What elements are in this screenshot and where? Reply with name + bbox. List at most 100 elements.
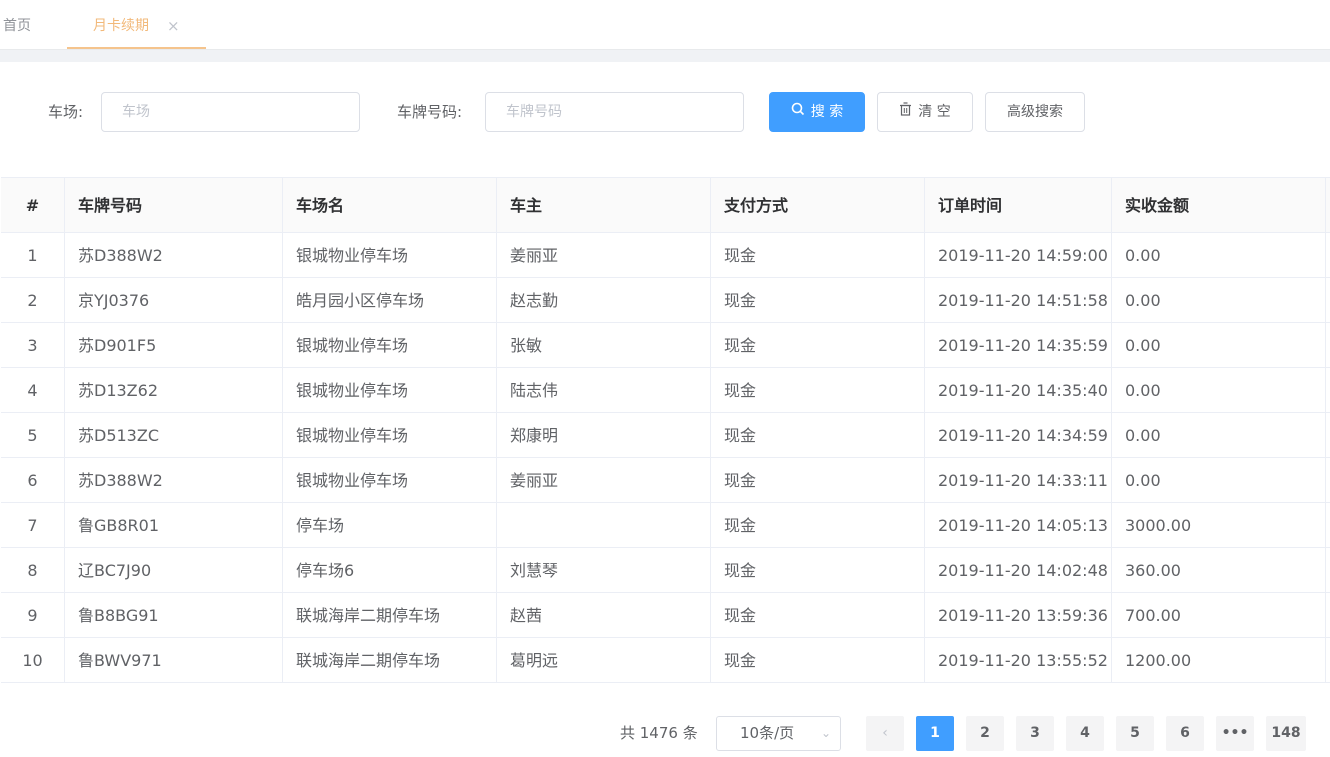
column-header: 车场名 [283, 178, 497, 232]
cell-lot: 联城海岸二期停车场 [283, 638, 497, 682]
cell-time: 2019-11-20 13:55:52 [925, 638, 1112, 682]
cell-plate: 辽BC7J90 [65, 548, 283, 592]
cell-no: 6 [1, 458, 65, 502]
cell-plate: 鲁BWV971 [65, 638, 283, 682]
cell-owner: 姜丽亚 [497, 233, 711, 277]
page-size-select[interactable]: 10条/页 ⌄ [716, 716, 841, 751]
table-row[interactable]: 2 京YJ0376 皓月园小区停车场 赵志勤 现金 2019-11-20 14:51:58… [1, 278, 1330, 323]
cell-owner: 张敏 [497, 323, 711, 367]
page-button[interactable]: 5 [1116, 716, 1154, 751]
cell-time: 2019-11-20 13:59:36 [925, 593, 1112, 637]
cell-pay: 现金 [711, 638, 925, 682]
cell-amount: 0.00 [1112, 413, 1326, 457]
table-row[interactable]: 6 苏D388W2 银城物业停车场 姜丽亚 现金 2019-11-20 14:33:11 0… [1, 458, 1330, 503]
cell-lot: 银城物业停车场 [283, 233, 497, 277]
cell-time: 2019-11-20 14:33:11 [925, 458, 1112, 502]
page-size-value: 10条/页 [740, 724, 795, 742]
tab-bar: 首页 月卡续期 × [0, 0, 1330, 50]
cell-plate: 苏D388W2 [65, 458, 283, 502]
cell-amount: 0.00 [1112, 458, 1326, 502]
cell-no: 2 [1, 278, 65, 322]
search-button[interactable]: 搜 索 [769, 92, 865, 132]
cell-pay: 现金 [711, 413, 925, 457]
cell-pay: 现金 [711, 368, 925, 412]
cell-owner: 赵志勤 [497, 278, 711, 322]
page-button[interactable]: 1 [916, 716, 954, 751]
cell-amount: 0.00 [1112, 368, 1326, 412]
cell-owner: 刘慧琴 [497, 548, 711, 592]
cell-owner: 赵茜 [497, 593, 711, 637]
cell-plate: 京YJ0376 [65, 278, 283, 322]
trash-icon [899, 93, 912, 131]
close-icon[interactable]: × [167, 0, 180, 52]
column-header-overflow [1326, 178, 1330, 232]
tab-home[interactable]: 首页 [3, 0, 31, 50]
column-header: 支付方式 [711, 178, 925, 232]
tab-monthly-renewal[interactable]: 月卡续期 × [67, 0, 206, 49]
cell-overflow [1326, 368, 1330, 412]
page-button[interactable]: 3 [1016, 716, 1054, 751]
cell-time: 2019-11-20 14:34:59 [925, 413, 1112, 457]
table-row[interactable]: 9 鲁B8BG91 联城海岸二期停车场 赵茜 现金 2019-11-20 13:59:36… [1, 593, 1330, 638]
advanced-search-label: 高级搜索 [1007, 104, 1063, 120]
tab-label: 月卡续期 [93, 18, 149, 34]
cell-plate: 苏D388W2 [65, 233, 283, 277]
more-pages-button[interactable]: ••• [1216, 716, 1254, 751]
cell-no: 4 [1, 368, 65, 412]
cell-owner: 姜丽亚 [497, 458, 711, 502]
cell-no: 3 [1, 323, 65, 367]
search-icon [791, 93, 805, 131]
total-count: 共 1476 条 [620, 724, 698, 742]
cell-overflow [1326, 593, 1330, 637]
lot-label: 车场: [48, 103, 84, 121]
cell-no: 7 [1, 503, 65, 547]
table-row[interactable]: 3 苏D901F5 银城物业停车场 张敏 现金 2019-11-20 14:35:59 0.… [1, 323, 1330, 368]
advanced-search-button[interactable]: 高级搜索 [985, 92, 1085, 132]
chevron-down-icon: ⌄ [820, 726, 831, 740]
table-header: # 车牌号码 车场名 车主 支付方式 订单时间 实收金额 [1, 178, 1330, 233]
cell-amount: 3000.00 [1112, 503, 1326, 547]
cell-overflow [1326, 548, 1330, 592]
cell-lot: 银城物业停车场 [283, 413, 497, 457]
page-button[interactable]: 148 [1266, 716, 1306, 751]
cell-lot: 银城物业停车场 [283, 458, 497, 502]
page-button[interactable]: 4 [1066, 716, 1104, 751]
cell-overflow [1326, 413, 1330, 457]
cell-amount: 0.00 [1112, 278, 1326, 322]
plate-label: 车牌号码: [397, 103, 463, 121]
cell-amount: 0.00 [1112, 233, 1326, 277]
cell-lot: 皓月园小区停车场 [283, 278, 497, 322]
table-row[interactable]: 10 鲁BWV971 联城海岸二期停车场 葛明远 现金 2019-11-20 13:55:… [1, 638, 1330, 683]
cell-amount: 360.00 [1112, 548, 1326, 592]
cell-lot: 银城物业停车场 [283, 368, 497, 412]
column-header: # [1, 178, 65, 232]
clear-button-label: 清 空 [918, 104, 951, 120]
renewal-table: # 车牌号码 车场名 车主 支付方式 订单时间 实收金额 1 苏D388W2 银城物… [1, 177, 1330, 683]
table-row[interactable]: 8 辽BC7J90 停车场6 刘慧琴 现金 2019-11-20 14:02:48 360.… [1, 548, 1330, 593]
table-row[interactable]: 7 鲁GB8R01 停车场 现金 2019-11-20 14:05:13 3000.00 [1, 503, 1330, 548]
page-button[interactable]: 2 [966, 716, 1004, 751]
table-row[interactable]: 5 苏D513ZC 银城物业停车场 郑康明 现金 2019-11-20 14:34:59 0… [1, 413, 1330, 458]
column-header: 订单时间 [925, 178, 1112, 232]
cell-amount: 700.00 [1112, 593, 1326, 637]
table-body: 1 苏D388W2 银城物业停车场 姜丽亚 现金 2019-11-20 14:59:00 0… [1, 233, 1330, 683]
search-button-label: 搜 索 [810, 104, 844, 120]
cell-lot: 银城物业停车场 [283, 323, 497, 367]
cell-no: 8 [1, 548, 65, 592]
clear-button[interactable]: 清 空 [877, 92, 973, 132]
prev-page-button[interactable]: ‹ [866, 716, 904, 751]
cell-pay: 现金 [711, 458, 925, 502]
cell-amount: 0.00 [1112, 323, 1326, 367]
cell-overflow [1326, 323, 1330, 367]
tab-separator [0, 50, 1330, 62]
page-button[interactable]: 6 [1166, 716, 1204, 751]
cell-time: 2019-11-20 14:05:13 [925, 503, 1112, 547]
cell-plate: 苏D513ZC [65, 413, 283, 457]
plate-input[interactable] [485, 92, 744, 132]
cell-overflow [1326, 503, 1330, 547]
cell-overflow [1326, 278, 1330, 322]
table-row[interactable]: 4 苏D13Z62 银城物业停车场 陆志伟 现金 2019-11-20 14:35:40 0… [1, 368, 1330, 413]
cell-time: 2019-11-20 14:02:48 [925, 548, 1112, 592]
lot-input[interactable] [101, 92, 360, 132]
table-row[interactable]: 1 苏D388W2 银城物业停车场 姜丽亚 现金 2019-11-20 14:59:00 0… [1, 233, 1330, 278]
